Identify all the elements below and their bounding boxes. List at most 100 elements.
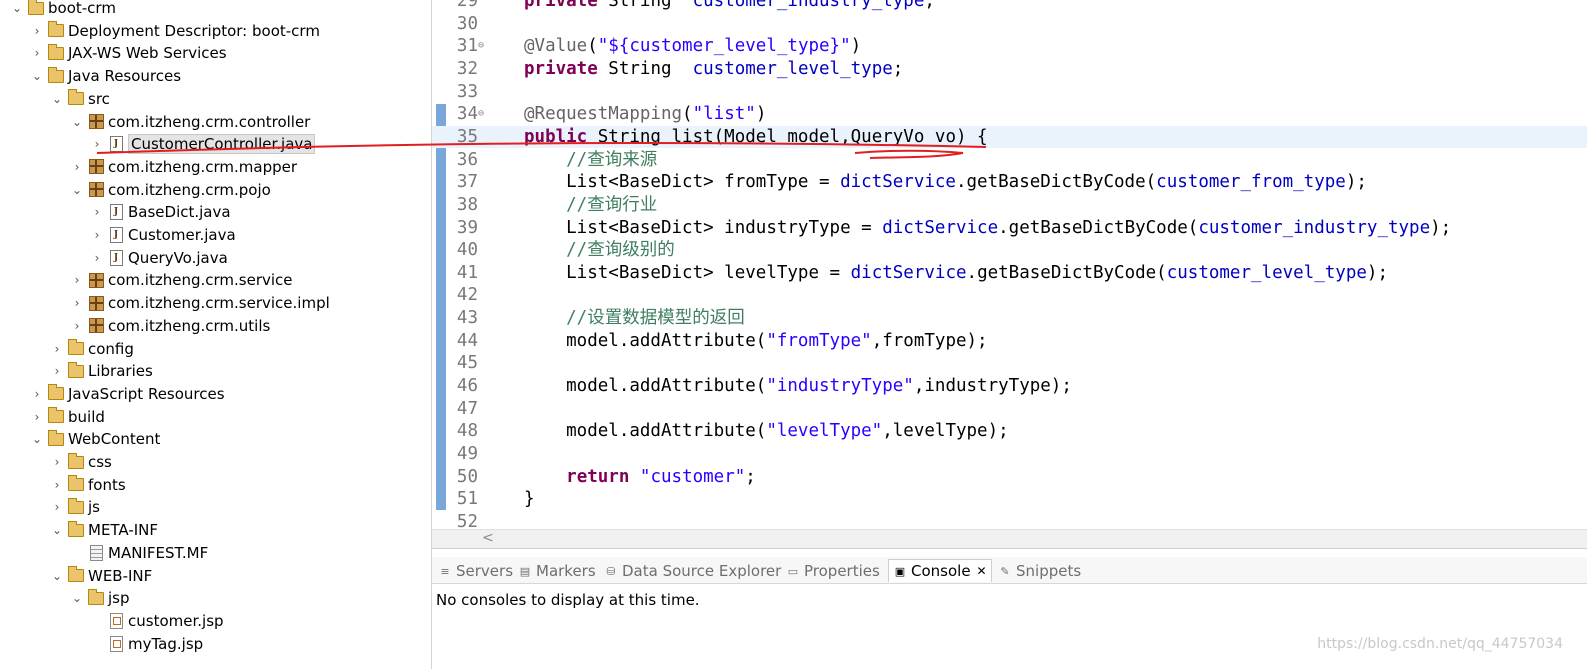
tree-item[interactable]: ⌄ WebContent: [30, 428, 160, 450]
tree-item-label: QueryVo.java: [128, 248, 228, 267]
tab-data-source-explorer[interactable]: ⛁ Data Source Explorer: [604, 560, 781, 582]
collapsed-twisty-icon[interactable]: ›: [50, 342, 64, 356]
expanded-twisty-icon[interactable]: ⌄: [30, 69, 44, 83]
code-line[interactable]: 49: [432, 443, 1587, 465]
tree-item[interactable]: › com.itzheng.crm.utils: [70, 315, 271, 337]
code-line[interactable]: 38 //查询行业: [432, 194, 1587, 216]
collapsed-twisty-icon[interactable]: ›: [70, 273, 84, 287]
code-line[interactable]: 33: [432, 81, 1587, 103]
tree-item[interactable]: ⌄ Java Resources: [30, 65, 181, 87]
javascript-resources-icon: [48, 384, 64, 402]
code-line[interactable]: 51}: [432, 488, 1587, 510]
tree-item[interactable]: › build: [30, 406, 105, 428]
tree-item[interactable]: ⌄ com.itzheng.crm.pojo: [70, 179, 271, 201]
code-line[interactable]: 47: [432, 398, 1587, 420]
tree-item[interactable]: myTag.jsp: [90, 633, 203, 655]
code-line[interactable]: 43 //设置数据模型的返回: [432, 307, 1587, 329]
package-icon: [88, 159, 104, 175]
code-line[interactable]: 46 model.addAttribute("industryType",ind…: [432, 375, 1587, 397]
expanded-twisty-icon[interactable]: ⌄: [50, 92, 64, 106]
tree-item[interactable]: ⌄ WEB-INF: [50, 565, 152, 587]
tab-markers[interactable]: ▤ Markers: [518, 560, 596, 582]
collapsed-twisty-icon[interactable]: ›: [30, 387, 44, 401]
tab-console[interactable]: ▣ Console ✕: [888, 559, 992, 582]
tab-servers[interactable]: ≡ Servers: [438, 560, 513, 582]
collapsed-twisty-icon[interactable]: ›: [90, 137, 104, 151]
code-line[interactable]: 31 ⊖ @Value("${customer_level_type}"): [432, 35, 1587, 57]
code-line[interactable]: 35 public String list(Model model,QueryVo…: [432, 125, 1587, 148]
tree-item[interactable]: › Deployment Descriptor: boot-crm: [30, 20, 320, 42]
tree-item[interactable]: › JAX-WS Web Services: [30, 42, 227, 64]
collapsed-twisty-icon[interactable]: ›: [30, 410, 44, 424]
editor-horizontal-scrollbar[interactable]: <: [432, 529, 1587, 549]
tree-item[interactable]: ⌄ META-INF: [50, 519, 158, 541]
collapsed-twisty-icon[interactable]: ›: [70, 319, 84, 333]
scroll-left-arrow[interactable]: <: [482, 530, 494, 546]
expanded-twisty-icon[interactable]: ⌄: [10, 1, 24, 15]
collapsed-twisty-icon[interactable]: ›: [90, 251, 104, 265]
collapsed-twisty-icon[interactable]: ›: [90, 205, 104, 219]
expanded-twisty-icon[interactable]: ⌄: [70, 183, 84, 197]
tree-item[interactable]: › J QueryVo.java: [90, 247, 228, 269]
expanded-twisty-icon[interactable]: ⌄: [70, 591, 84, 605]
collapsed-twisty-icon[interactable]: ›: [50, 500, 64, 514]
expanded-twisty-icon[interactable]: ⌄: [50, 523, 64, 537]
folder-icon: [48, 429, 64, 447]
expanded-twisty-icon[interactable]: ⌄: [30, 432, 44, 446]
code-line[interactable]: 37 List<BaseDict> fromType = dictService…: [432, 171, 1587, 193]
code-line[interactable]: 42: [432, 284, 1587, 306]
package-icon: [88, 272, 104, 288]
tree-item[interactable]: ⌄ com.itzheng.crm.controller: [70, 111, 310, 133]
expanded-twisty-icon[interactable]: ⌄: [50, 569, 64, 583]
expanded-twisty-icon[interactable]: ⌄: [70, 115, 84, 129]
close-icon[interactable]: ✕: [977, 564, 987, 578]
bottom-views-panel: ≡ Servers ▤ Markers ⛁ Data Source Explorer ▭ Pr…: [432, 548, 1587, 670]
code-line[interactable]: 45: [432, 352, 1587, 374]
code-line[interactable]: 34 ⊖ @RequestMapping("list"): [432, 103, 1587, 125]
code-line[interactable]: 48 model.addAttribute("levelType",levelT…: [432, 420, 1587, 442]
code-line[interactable]: 39 List<BaseDict> industryType = dictSer…: [432, 217, 1587, 239]
code-line[interactable]: 29 private String customer_industry_type;: [432, 0, 1587, 12]
collapsed-twisty-icon[interactable]: ›: [70, 160, 84, 174]
tree-item[interactable]: › J BaseDict.java: [90, 201, 231, 223]
fold-toggle-icon[interactable]: ⊖: [478, 103, 484, 125]
tree-item[interactable]: › JavaScript Resources: [30, 383, 225, 405]
tree-item[interactable]: MANIFEST.MF: [70, 542, 208, 564]
tab-label: Markers: [536, 562, 596, 580]
tree-item[interactable]: › Libraries: [50, 360, 153, 382]
collapsed-twisty-icon[interactable]: ›: [90, 228, 104, 242]
code-line[interactable]: 36 //查询来源: [432, 149, 1587, 171]
java-resources-icon: [48, 66, 64, 84]
folder-icon: [68, 497, 84, 515]
tab-snippets[interactable]: ✎ Snippets: [998, 560, 1081, 582]
collapsed-twisty-icon[interactable]: ›: [70, 296, 84, 310]
tree-item[interactable]: › js: [50, 496, 100, 518]
line-number: 37: [456, 172, 478, 193]
tab-properties[interactable]: ▭ Properties: [786, 560, 880, 582]
fold-toggle-icon[interactable]: ⊖: [478, 35, 484, 57]
tree-item[interactable]: › com.itzheng.crm.service: [70, 269, 293, 291]
tree-item[interactable]: › J CustomerController.java: [90, 133, 316, 155]
code-editor[interactable]: 29 private String customer_industry_type;…: [432, 0, 1587, 548]
code-line[interactable]: 44 model.addAttribute("fromType",fromTyp…: [432, 330, 1587, 352]
tree-item[interactable]: customer.jsp: [90, 610, 224, 632]
code-line[interactable]: 40 //查询级别的: [432, 239, 1587, 261]
tree-item[interactable]: › com.itzheng.crm.mapper: [70, 156, 297, 178]
collapsed-twisty-icon[interactable]: ›: [30, 46, 44, 60]
tree-item[interactable]: ⌄ src: [50, 88, 110, 110]
tree-item[interactable]: › com.itzheng.crm.service.impl: [70, 292, 330, 314]
collapsed-twisty-icon[interactable]: ›: [50, 455, 64, 469]
tree-item[interactable]: ⌄ jsp: [70, 587, 130, 609]
tree-item[interactable]: › css: [50, 451, 112, 473]
collapsed-twisty-icon[interactable]: ›: [50, 478, 64, 492]
tree-item[interactable]: › J Customer.java: [90, 224, 236, 246]
tree-item[interactable]: ⌄ boot-crm: [10, 0, 116, 19]
tree-item[interactable]: › fonts: [50, 474, 126, 496]
tree-item[interactable]: › config: [50, 338, 134, 360]
code-line[interactable]: 50 return "customer";: [432, 466, 1587, 488]
code-line[interactable]: 41 List<BaseDict> levelType = dictServic…: [432, 262, 1587, 284]
collapsed-twisty-icon[interactable]: ›: [50, 364, 64, 378]
code-line[interactable]: 32 private String customer_level_type;: [432, 58, 1587, 80]
collapsed-twisty-icon[interactable]: ›: [30, 24, 44, 38]
code-line[interactable]: 30: [432, 13, 1587, 35]
